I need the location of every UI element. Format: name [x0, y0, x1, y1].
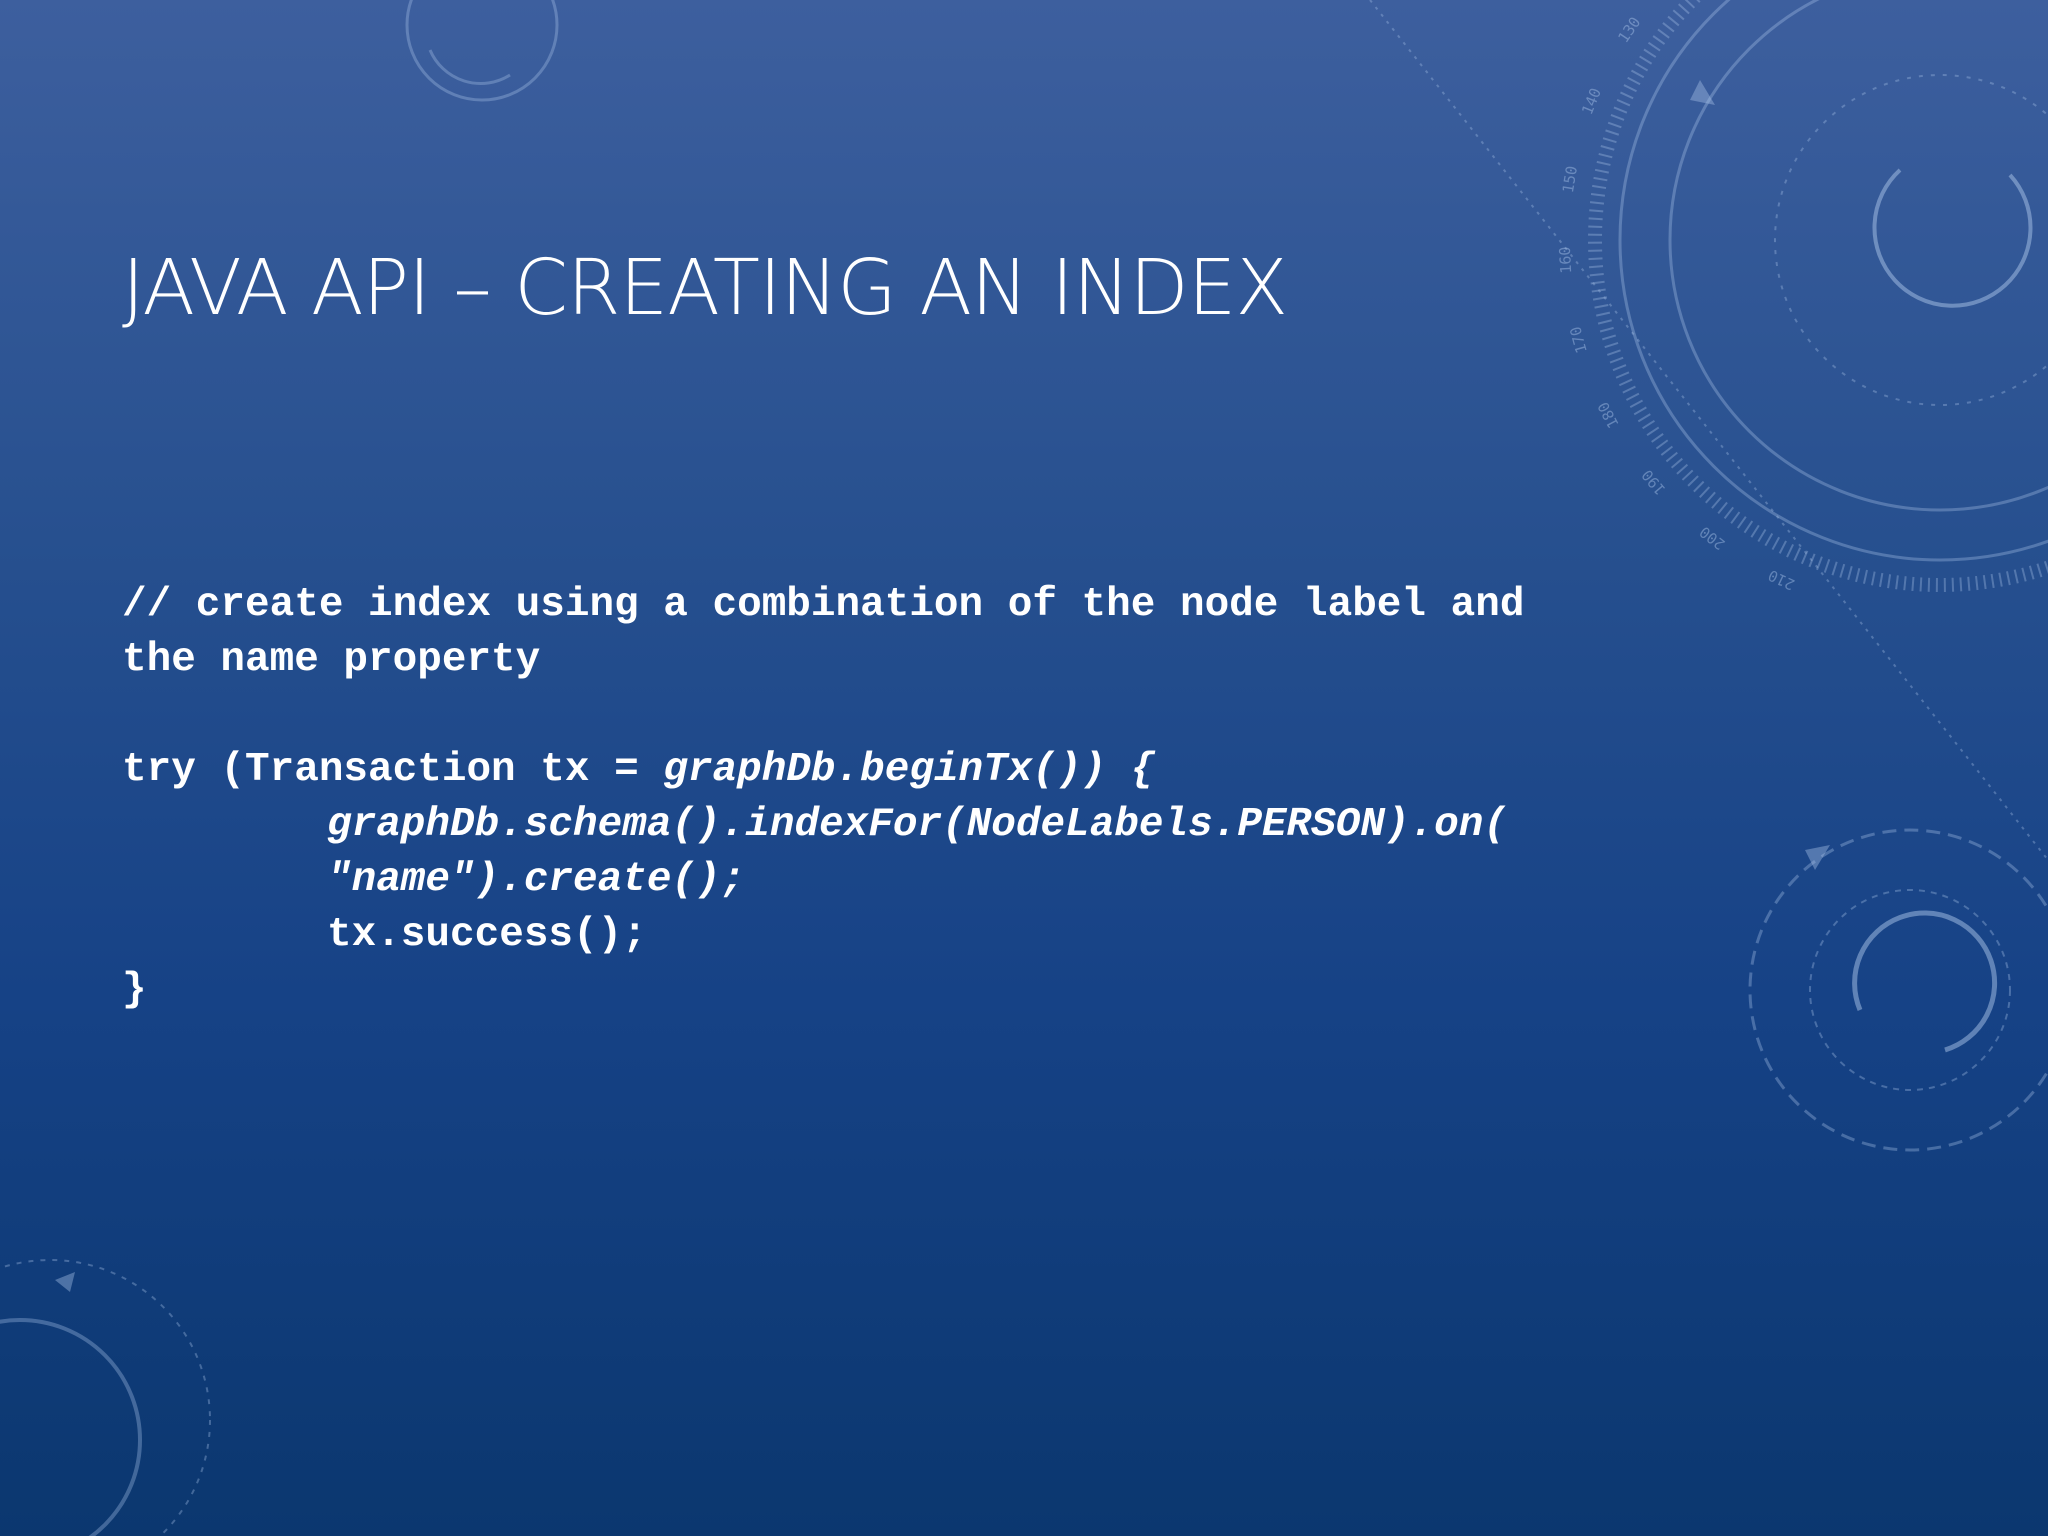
dial-label: 130 — [1614, 14, 1644, 47]
code-comment-line-continued: the name property — [122, 637, 541, 683]
code-schema-line: graphDb.schema().indexFor(NodeLabels.PER… — [327, 802, 1508, 848]
dial-label: 200 — [1696, 523, 1728, 554]
code-create-line: "name").create(); — [327, 857, 746, 903]
code-begin-tx-call: graphDb.beginTx()) { — [663, 747, 1156, 793]
dial-label: 180 — [1594, 399, 1623, 431]
code-closing-brace: } — [122, 967, 147, 1013]
circle-ornament-bottom-right — [1748, 828, 2048, 1152]
dial-label: 170 — [1566, 324, 1591, 355]
dial-label: 160 — [1556, 246, 1575, 274]
code-try-keyword: try (Transaction tx = — [122, 747, 664, 793]
circle-ornament-bottom-left — [0, 1259, 211, 1536]
dial-ornament-top-right: 2102001901801701601501401301201101009080 — [1556, 0, 2048, 594]
dial-label: 150 — [1559, 165, 1581, 195]
dial-label: 210 — [1765, 566, 1797, 594]
code-comment-line: // create index using a combination of t… — [122, 582, 1525, 628]
circle-ornament-top-left — [405, 0, 559, 102]
code-success-line: tx.success(); — [327, 912, 647, 958]
slide-title: JAVA API – CREATING AN INDEX — [122, 244, 1288, 333]
code-block: // create index using a combination of t… — [122, 578, 1722, 1018]
code-try-line: try (Transaction tx = graphDb.beginTx())… — [122, 743, 1722, 798]
dial-label: 140 — [1578, 85, 1605, 117]
dial-label: 190 — [1638, 466, 1669, 498]
